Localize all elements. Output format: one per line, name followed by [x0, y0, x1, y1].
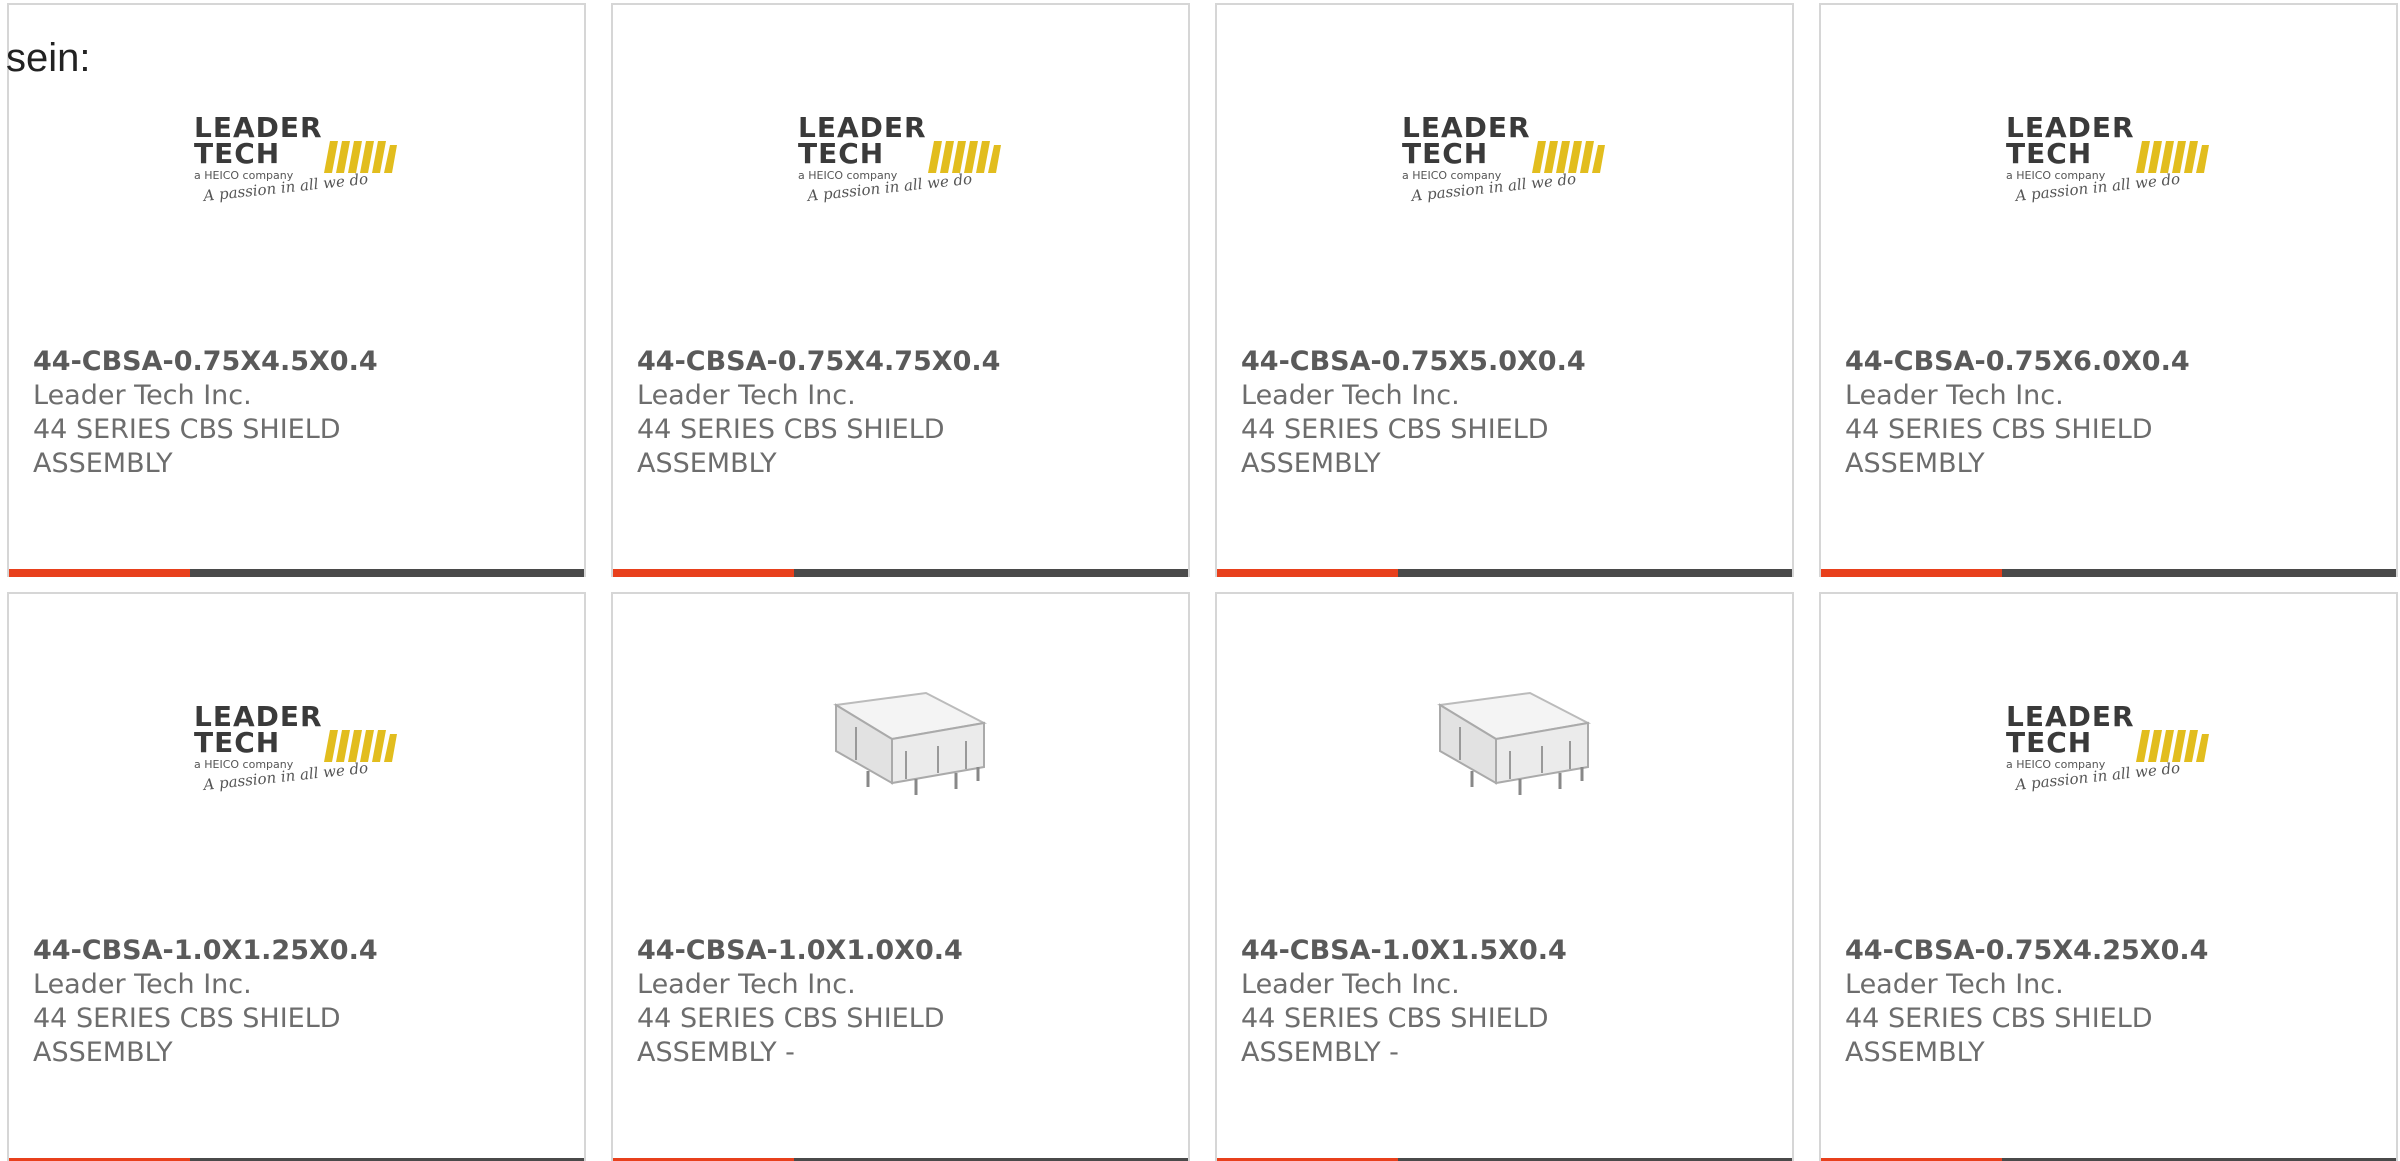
- product-info: 44-CBSA-1.0X1.25X0.4 Leader Tech Inc. 44 S…: [33, 934, 560, 1070]
- description: 44 SERIES CBS SHIELD ASSEMBLY: [1241, 414, 1549, 479]
- card-bottom-bar: [1821, 569, 2396, 577]
- intro-text: sein:: [6, 36, 91, 80]
- product-grid: LEADER TECH a HEICO company A passion in…: [7, 3, 2400, 1161]
- description: 44 SERIES CBS SHIELD ASSEMBLY: [33, 414, 341, 479]
- manufacturer: Leader Tech Inc.: [1845, 969, 2064, 1000]
- part-number[interactable]: 44-CBSA-1.0X1.0X0.4: [637, 934, 1164, 968]
- svg-text:TECH: TECH: [2006, 137, 2092, 170]
- product-card[interactable]: LEADER TECH a HEICO company A passion in…: [611, 3, 1190, 577]
- part-number[interactable]: 44-CBSA-1.0X1.25X0.4: [33, 934, 560, 968]
- leader-tech-logo: LEADER TECH a HEICO company A passion in…: [194, 111, 397, 205]
- product-image[interactable]: LEADER TECH a HEICO company A passion in…: [9, 5, 584, 345]
- description: 44 SERIES CBS SHIELD ASSEMBLY: [1845, 414, 2153, 479]
- product-card[interactable]: 44-CBSA-1.0X1.0X0.4 Leader Tech Inc. 44 SE…: [611, 592, 1190, 1161]
- product-card[interactable]: LEADER TECH a HEICO company A passion in…: [7, 592, 586, 1161]
- product-image[interactable]: LEADER TECH a HEICO company A passion in…: [1217, 5, 1792, 345]
- svg-text:TECH: TECH: [798, 137, 884, 170]
- product-info: 44-CBSA-0.75X4.5X0.4 Leader Tech Inc. 44 S…: [33, 345, 560, 481]
- product-image[interactable]: [613, 594, 1188, 934]
- part-number[interactable]: 44-CBSA-0.75X4.25X0.4: [1845, 934, 2372, 968]
- manufacturer: Leader Tech Inc.: [1241, 380, 1460, 411]
- description: 44 SERIES CBS SHIELD ASSEMBLY: [33, 1003, 341, 1068]
- manufacturer: Leader Tech Inc.: [1845, 380, 2064, 411]
- card-accent-bar: [613, 569, 794, 577]
- leader-tech-logo: LEADER TECH a HEICO company A passion in…: [1402, 111, 1605, 205]
- manufacturer: Leader Tech Inc.: [1241, 969, 1460, 1000]
- product-info: 44-CBSA-1.0X1.5X0.4 Leader Tech Inc. 44 SE…: [1241, 934, 1768, 1070]
- manufacturer: Leader Tech Inc.: [33, 969, 252, 1000]
- product-image[interactable]: [1217, 594, 1792, 934]
- product-image[interactable]: LEADER TECH a HEICO company A passion in…: [1821, 594, 2396, 934]
- product-card[interactable]: LEADER TECH a HEICO company A passion in…: [1819, 592, 2398, 1161]
- card-accent-bar: [1217, 569, 1398, 577]
- manufacturer: Leader Tech Inc.: [637, 969, 856, 1000]
- product-card[interactable]: LEADER TECH a HEICO company A passion in…: [7, 3, 586, 577]
- part-number[interactable]: 44-CBSA-1.0X1.5X0.4: [1241, 934, 1768, 968]
- svg-text:TECH: TECH: [194, 137, 280, 170]
- part-number[interactable]: 44-CBSA-0.75X6.0X0.4: [1845, 345, 2372, 379]
- product-image[interactable]: LEADER TECH a HEICO company A passion in…: [613, 5, 1188, 345]
- card-bottom-bar: [1217, 569, 1792, 577]
- product-info: 44-CBSA-0.75X4.75X0.4 Leader Tech Inc. 44 …: [637, 345, 1164, 481]
- product-card[interactable]: LEADER TECH a HEICO company A passion in…: [1819, 3, 2398, 577]
- product-card[interactable]: 44-CBSA-1.0X1.5X0.4 Leader Tech Inc. 44 SE…: [1215, 592, 1794, 1161]
- card-accent-bar: [1821, 569, 2002, 577]
- product-info: 44-CBSA-0.75X5.0X0.4 Leader Tech Inc. 44 S…: [1241, 345, 1768, 481]
- manufacturer: Leader Tech Inc.: [637, 380, 856, 411]
- product-image[interactable]: LEADER TECH a HEICO company A passion in…: [9, 594, 584, 934]
- leader-tech-logo: LEADER TECH a HEICO company A passion in…: [194, 700, 397, 794]
- product-info: 44-CBSA-0.75X4.25X0.4 Leader Tech Inc. 44 …: [1845, 934, 2372, 1070]
- svg-text:TECH: TECH: [194, 726, 280, 759]
- leader-tech-logo: LEADER TECH a HEICO company A passion in…: [2006, 700, 2209, 794]
- card-accent-bar: [9, 569, 190, 577]
- part-number[interactable]: 44-CBSA-0.75X4.5X0.4: [33, 345, 560, 379]
- product-card[interactable]: LEADER TECH a HEICO company A passion in…: [1215, 3, 1794, 577]
- description: 44 SERIES CBS SHIELD ASSEMBLY -: [1241, 1003, 1549, 1068]
- description: 44 SERIES CBS SHIELD ASSEMBLY: [1845, 1003, 2153, 1068]
- manufacturer: Leader Tech Inc.: [33, 380, 252, 411]
- product-info: 44-CBSA-1.0X1.0X0.4 Leader Tech Inc. 44 SE…: [637, 934, 1164, 1070]
- card-bottom-bar: [613, 569, 1188, 577]
- svg-text:TECH: TECH: [1402, 137, 1488, 170]
- part-number[interactable]: 44-CBSA-0.75X5.0X0.4: [1241, 345, 1768, 379]
- svg-text:TECH: TECH: [2006, 726, 2092, 759]
- part-number[interactable]: 44-CBSA-0.75X4.75X0.4: [637, 345, 1164, 379]
- card-bottom-bar: [9, 569, 584, 577]
- product-info: 44-CBSA-0.75X6.0X0.4 Leader Tech Inc. 44 S…: [1845, 345, 2372, 481]
- shield-product-photo: [832, 691, 987, 795]
- leader-tech-logo: LEADER TECH a HEICO company A passion in…: [798, 111, 1001, 205]
- description: 44 SERIES CBS SHIELD ASSEMBLY -: [637, 1003, 945, 1068]
- product-image[interactable]: LEADER TECH a HEICO company A passion in…: [1821, 5, 2396, 345]
- leader-tech-logo: LEADER TECH a HEICO company A passion in…: [2006, 111, 2209, 205]
- description: 44 SERIES CBS SHIELD ASSEMBLY: [637, 414, 945, 479]
- shield-product-photo: [1436, 691, 1591, 795]
